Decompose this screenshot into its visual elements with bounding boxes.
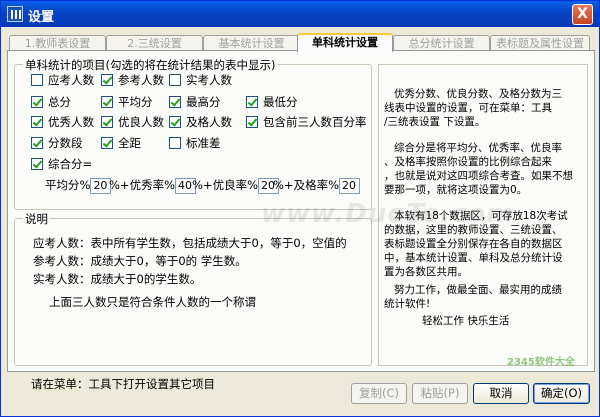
close-icon[interactable]: X: [572, 4, 593, 25]
side-line: 统计软件!: [384, 298, 431, 310]
checkbox-label: 优良人数: [118, 115, 164, 129]
checkbox-box[interactable]: [101, 137, 113, 149]
checkbox-label: 最低分: [263, 95, 298, 109]
tab-table-title[interactable]: 表标题及属性设置: [490, 35, 590, 51]
side-line: ，也就是说对这四项综合考查。如果不想: [384, 170, 573, 182]
side-line: 表标题设置全分别保存在各自的数据区: [384, 238, 563, 250]
checkbox-label: 分数段: [48, 136, 83, 150]
checkbox-box[interactable]: [169, 74, 181, 86]
side-line: 、及格率按照你设置的比例综合起来: [384, 156, 552, 168]
side-line: 线表中设置的设置，可在菜单：工具: [384, 102, 552, 114]
side-line: 轻松工作 快乐生活: [422, 315, 510, 327]
weight-pass: %+及格率%: [273, 177, 360, 194]
weight-label: %+优秀率%: [109, 178, 175, 192]
checkbox-std-dev[interactable]: 标准差: [169, 137, 221, 151]
tab-single-subject[interactable]: 单科统计设置: [297, 33, 393, 52]
note-line: 上面三人数只是符合条件人数的一个称谓: [49, 295, 256, 309]
weight-label: %+优良率%: [192, 178, 258, 192]
checkbox-label: 全距: [118, 136, 141, 150]
checkbox-box[interactable]: [31, 137, 43, 149]
ok-button[interactable]: 确定(O): [533, 383, 590, 404]
checkbox-box[interactable]: [31, 158, 43, 170]
side-line: /三统表设置 下设置。: [384, 116, 486, 128]
notes-group-legend: 说明: [23, 211, 50, 227]
checkbox-participant-count[interactable]: 参考人数: [101, 74, 164, 88]
checkbox-box[interactable]: [246, 96, 258, 108]
tab-strip: 1.教师表设置 2.三统设置 基本统计设置 单科统计设置 总分统计设置 表标题及…: [7, 33, 593, 52]
weight-label: 平均分%: [45, 178, 91, 192]
cancel-button[interactable]: 取消: [473, 383, 529, 404]
tab-basic-stats[interactable]: 基本统计设置: [203, 35, 300, 51]
checkbox-box[interactable]: [31, 96, 43, 108]
checkbox-label: 标准差: [186, 136, 221, 150]
copy-button[interactable]: 复制(C): [351, 383, 407, 404]
checkbox-max[interactable]: 最高分: [169, 96, 221, 110]
checkbox-excellent-count[interactable]: 优秀人数: [31, 116, 94, 130]
checkbox-total[interactable]: 总分: [31, 96, 71, 110]
checkbox-box[interactable]: [31, 116, 43, 128]
side-line: 要那一项，就将这项设置为0。: [384, 184, 528, 196]
tab-three-line[interactable]: 2.三统设置: [106, 35, 203, 51]
checkbox-box[interactable]: [31, 74, 43, 86]
checkbox-score-bands[interactable]: 分数段: [31, 137, 83, 151]
checkbox-average[interactable]: 平均分: [101, 96, 153, 110]
checkbox-label: 包含前三人数百分率: [263, 115, 367, 129]
status-text: 请在菜单：工具下打开设置其它项目: [31, 377, 215, 391]
watermark-corner: 2345软件大全: [507, 357, 575, 368]
checkbox-pass-count[interactable]: 及格人数: [169, 116, 232, 130]
checkbox-label: 参考人数: [118, 73, 164, 87]
app-icon: [7, 6, 23, 22]
side-line: 置为各数区共用。: [384, 266, 468, 278]
checkbox-label: 实考人数: [186, 73, 232, 87]
note-line: 实考人数：成绩大于0的学生数。: [33, 272, 202, 286]
checkbox-label: 综合分=: [48, 157, 93, 171]
checkbox-range[interactable]: 全距: [101, 137, 141, 151]
checkbox-expected-count[interactable]: 应考人数: [31, 74, 94, 88]
checkbox-label: 应考人数: [48, 73, 94, 87]
weight-excellent: %+优秀率%: [109, 177, 196, 194]
weight-pass-input[interactable]: [339, 177, 360, 194]
checkbox-box[interactable]: [169, 116, 181, 128]
checkbox-min[interactable]: 最低分: [246, 96, 298, 110]
checkbox-actual-count[interactable]: 实考人数: [169, 74, 232, 88]
checkbox-label: 优秀人数: [48, 115, 94, 129]
checkbox-good-count[interactable]: 优良人数: [101, 116, 164, 130]
weight-good: %+优良率%: [192, 177, 279, 194]
tab-teacher-table[interactable]: 1.教师表设置: [9, 35, 106, 51]
side-line: 优秀分数、优良分数、及格分数为三: [394, 88, 562, 100]
checkbox-box[interactable]: [169, 96, 181, 108]
checkbox-label: 平均分: [118, 95, 153, 109]
side-line: 努力工作，做最全面、最实用的成绩: [394, 284, 562, 296]
side-line: 综合分是将平均分、优秀率、优良率: [394, 142, 562, 154]
checkbox-composite[interactable]: 综合分=: [31, 158, 92, 172]
window-title: 设置: [28, 10, 55, 25]
checkbox-label: 最高分: [186, 95, 221, 109]
checkbox-label: 及格人数: [186, 115, 232, 129]
checkbox-box[interactable]: [101, 116, 113, 128]
items-group-legend: 单科统计的项目(勾选的将在统计结果的表中显示): [23, 57, 278, 73]
note-line: 应考人数：表中所有学生数，包括成绩大于0，等于0，空值的: [33, 236, 347, 250]
checkbox-box[interactable]: [101, 74, 113, 86]
checkbox-box[interactable]: [101, 96, 113, 108]
checkbox-box[interactable]: [246, 116, 258, 128]
weight-label: %+及格率%: [273, 178, 339, 192]
checkbox-box[interactable]: [169, 137, 181, 149]
settings-window: 设置 X 1.教师表设置 2.三统设置 基本统计设置 单科统计设置 总分统计设置…: [0, 0, 600, 417]
note-line: 参考人数：成绩大于0，等于0的 学生数。: [33, 254, 247, 268]
paste-button[interactable]: 粘贴(P): [412, 383, 468, 404]
checkbox-label: 总分: [48, 95, 71, 109]
weight-average: 平均分%: [45, 177, 112, 194]
watermark-center: www.DuoTe.com: [261, 199, 515, 229]
checkbox-include-percent[interactable]: 包含前三人数百分率: [246, 116, 367, 130]
title-bar[interactable]: 设置 X: [1, 1, 599, 27]
side-line: 中，基本统计设置、单科及总分统计设: [384, 252, 563, 264]
tab-total-score[interactable]: 总分统计设置: [393, 35, 490, 51]
